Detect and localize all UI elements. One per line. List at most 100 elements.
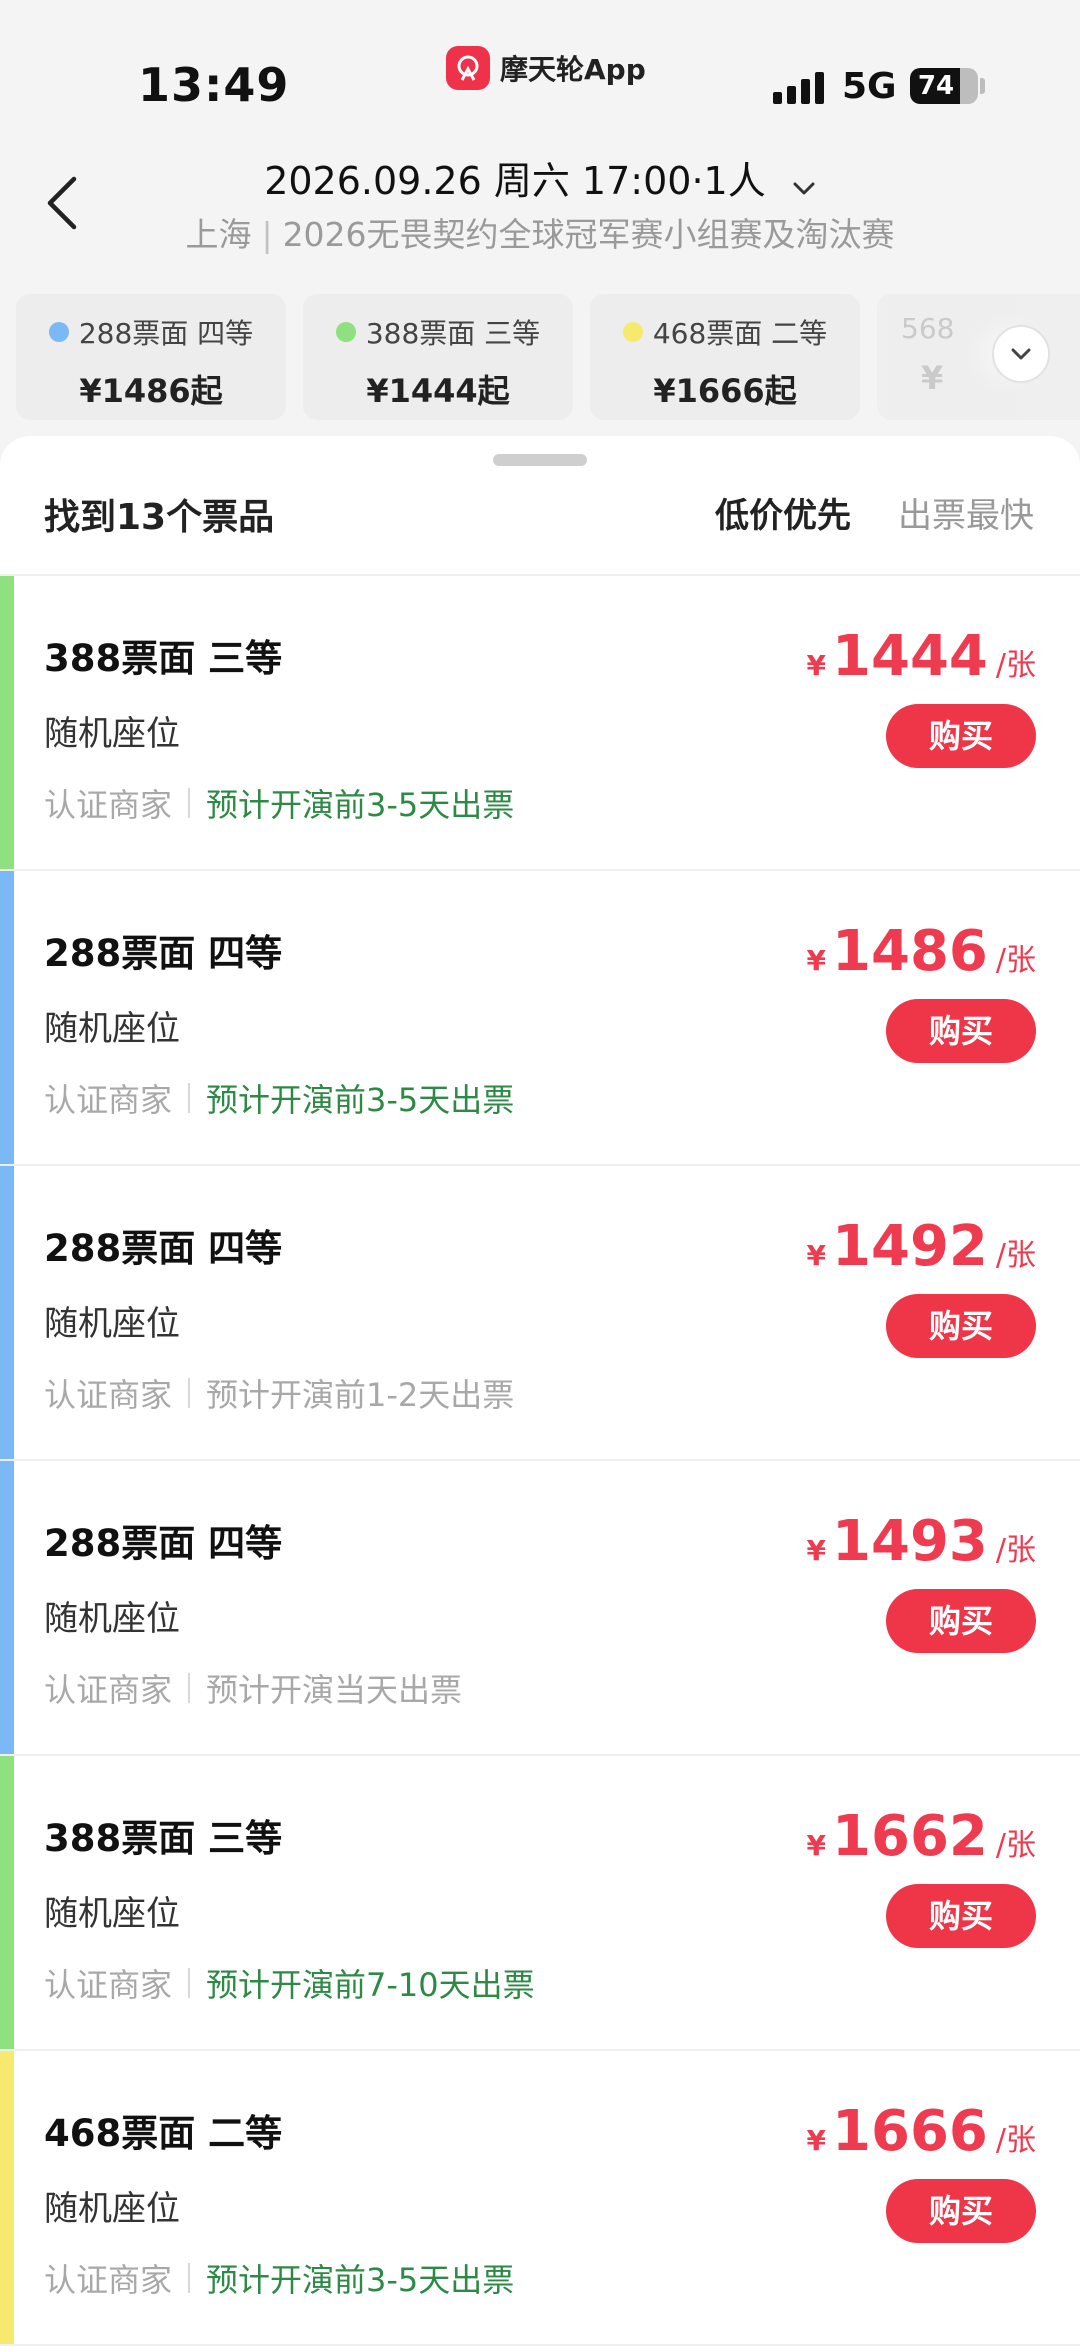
tier-color-bar xyxy=(0,1166,14,1459)
buy-button[interactable]: 购买 xyxy=(886,1294,1036,1358)
merchant-badge: 认证商家 xyxy=(44,786,173,824)
chip-label: 568 xyxy=(901,312,955,345)
chip-dot xyxy=(622,322,643,342)
city: 上海 xyxy=(185,215,252,254)
status-time: 13:49 xyxy=(138,58,290,112)
price-value: 1662 xyxy=(832,1804,988,1869)
ticket-price: ¥1666/张 xyxy=(807,2099,1036,2164)
network-type: 5G xyxy=(842,66,897,107)
price-value: 1666 xyxy=(832,2099,988,2164)
chip-dot xyxy=(335,322,356,342)
tier-color-bar xyxy=(0,1756,14,2049)
separator: | xyxy=(261,215,273,254)
ticket-price: ¥1486/张 xyxy=(807,919,1036,984)
sort-low-price-tab[interactable]: 低价优先 xyxy=(715,488,851,537)
buy-button[interactable]: 购买 xyxy=(886,999,1036,1063)
price-unit: /张 xyxy=(995,2123,1036,2158)
chip-price: ¥1666起 xyxy=(653,372,797,410)
ticket-row[interactable]: 388票面 三等 随机座位 认证商家 预计开演前3-5天出票 ¥1444/张 购买 xyxy=(0,576,1080,871)
chevron-down-icon xyxy=(1011,348,1031,360)
chip-price: ¥1444起 xyxy=(366,372,510,410)
ticket-name: 388票面 三等 xyxy=(44,1817,283,1860)
ticket-price: ¥1662/张 xyxy=(807,1804,1036,1869)
tier-color-bar xyxy=(0,1461,14,1754)
chevron-down-icon xyxy=(792,162,816,206)
currency-symbol: ¥ xyxy=(806,649,827,682)
delivery-eta: 预计开演前1-2天出票 xyxy=(206,1376,515,1414)
chip-label: 288票面 四等 xyxy=(78,317,254,350)
seat-type: 随机座位 xyxy=(44,1304,180,1344)
chip-label: 468票面 二等 xyxy=(652,317,828,350)
buy-button[interactable]: 购买 xyxy=(886,704,1036,768)
price-unit: /张 xyxy=(995,1828,1036,1863)
chip-dot xyxy=(48,322,69,342)
chip-price: ¥1486起 xyxy=(79,372,223,410)
delivery-eta: 预计开演前3-5天出票 xyxy=(206,1081,515,1119)
merchant-badge: 认证商家 xyxy=(44,1376,173,1414)
event-subtitle: 上海 | 2026无畏契约全球冠军赛小组赛及淘汰赛 xyxy=(0,208,1080,256)
ticket-name: 288票面 四等 xyxy=(44,932,283,975)
ticket-row[interactable]: 288票面 四等 随机座位 认证商家 预计开演当天出票 ¥1493/张 购买 xyxy=(0,1461,1080,1756)
ticket-price: ¥1492/张 xyxy=(807,1214,1036,1279)
ticket-name: 468票面 二等 xyxy=(44,2112,283,2155)
buy-button[interactable]: 购买 xyxy=(886,1884,1036,1948)
price-unit: /张 xyxy=(995,1238,1036,1273)
result-count: 找到13个票品 xyxy=(44,497,275,538)
delivery-eta: 预计开演前7-10天出票 xyxy=(206,1966,535,2004)
battery-tip xyxy=(980,78,985,94)
delivery-eta: 预计开演当天出票 xyxy=(206,1671,463,1709)
ferris-wheel-logo-icon xyxy=(446,46,490,90)
currency-symbol: ¥ xyxy=(806,1239,827,1272)
seat-type: 随机座位 xyxy=(44,2189,180,2229)
chip-468[interactable]: 468票面 二等 ¥1666起 xyxy=(590,294,860,420)
currency-symbol: ¥ xyxy=(806,944,827,977)
ticket-row[interactable]: 288票面 四等 随机座位 认证商家 预计开演前1-2天出票 ¥1492/张 购买 xyxy=(0,1166,1080,1461)
merchant-badge: 认证商家 xyxy=(44,1671,173,1709)
seat-type: 随机座位 xyxy=(44,1894,180,1934)
meta-divider xyxy=(188,1083,191,1113)
price-value: 1493 xyxy=(832,1509,988,1574)
merchant-badge: 认证商家 xyxy=(44,2261,173,2299)
merchant-badge: 认证商家 xyxy=(44,1081,173,1119)
app-name: 摩天轮App xyxy=(500,53,646,86)
price-unit: /张 xyxy=(995,1533,1036,1568)
price-value: 1492 xyxy=(832,1214,988,1279)
currency-symbol: ¥ xyxy=(806,1829,827,1862)
price-unit: /张 xyxy=(995,648,1036,683)
tier-color-bar xyxy=(0,871,14,1164)
delivery-eta: 预计开演前3-5天出票 xyxy=(206,2261,515,2299)
ticket-row[interactable]: 288票面 四等 随机座位 认证商家 预计开演前3-5天出票 ¥1486/张 购买 xyxy=(0,871,1080,1166)
session-selector[interactable]: 2026.09.26 周六 17:00·1人 xyxy=(0,150,1080,206)
seat-type: 随机座位 xyxy=(44,1599,180,1639)
status-bar: 13:49 摩天轮App 5G 74 xyxy=(0,0,1080,140)
ticket-row[interactable]: 468票面 二等 随机座位 认证商家 预计开演前3-5天出票 ¥1666/张 购买 xyxy=(0,2051,1080,2346)
meta-divider xyxy=(188,1673,191,1703)
tier-color-bar xyxy=(0,576,14,869)
chip-388[interactable]: 388票面 三等 ¥1444起 xyxy=(303,294,573,420)
chip-288[interactable]: 288票面 四等 ¥1486起 xyxy=(16,294,286,420)
price-filter-chips: 288票面 四等 ¥1486起 388票面 三等 ¥1444起 468票面 二等… xyxy=(16,294,1080,422)
signal-icon xyxy=(773,70,824,104)
expand-chips-button[interactable] xyxy=(992,325,1050,383)
tier-color-bar xyxy=(0,2051,14,2344)
ticket-name: 288票面 四等 xyxy=(44,1227,283,1270)
seat-type: 随机座位 xyxy=(44,714,180,754)
ticket-list: 388票面 三等 随机座位 认证商家 预计开演前3-5天出票 ¥1444/张 购买… xyxy=(0,576,1080,2346)
drag-handle[interactable] xyxy=(493,454,587,466)
sort-fastest-tab[interactable]: 出票最快 xyxy=(898,488,1034,537)
price-value: 1486 xyxy=(832,919,988,984)
seat-type: 随机座位 xyxy=(44,1009,180,1049)
session-title: 2026.09.26 周六 17:00·1人 xyxy=(264,159,766,203)
app-indicator[interactable]: 摩天轮App xyxy=(446,46,646,90)
buy-button[interactable]: 购买 xyxy=(886,2179,1036,2243)
price-unit: /张 xyxy=(995,943,1036,978)
buy-button[interactable]: 购买 xyxy=(886,1589,1036,1653)
merchant-badge: 认证商家 xyxy=(44,1966,173,2004)
battery-percent: 74 xyxy=(917,71,955,101)
currency-symbol: ¥ xyxy=(806,2124,827,2157)
ticket-name: 388票面 三等 xyxy=(44,637,283,680)
battery-icon: 74 xyxy=(910,68,978,104)
meta-divider xyxy=(188,788,191,818)
ticket-name: 288票面 四等 xyxy=(44,1522,283,1565)
ticket-row[interactable]: 388票面 三等 随机座位 认证商家 预计开演前7-10天出票 ¥1662/张 购… xyxy=(0,1756,1080,2051)
